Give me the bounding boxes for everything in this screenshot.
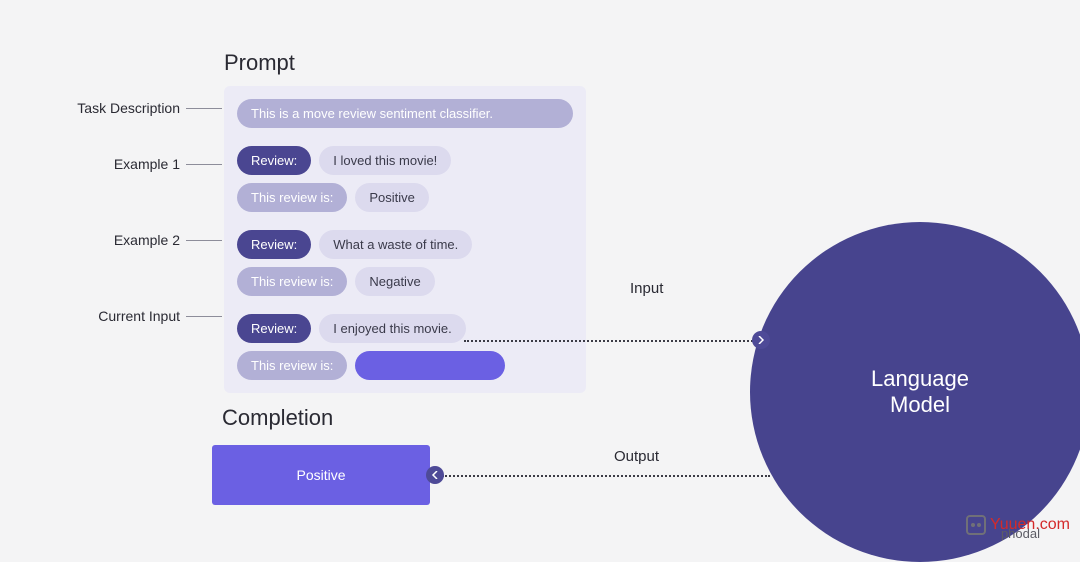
language-model-node: Language Model: [750, 222, 1080, 562]
output-flow-line: [442, 475, 770, 477]
wechat-icon: [966, 515, 986, 535]
label-example-1: Example 1: [98, 156, 180, 172]
model-label-line2: Model: [890, 392, 950, 418]
completion-output: Positive: [212, 445, 430, 505]
review-label-pill: Review:: [237, 146, 311, 175]
chevron-left-icon: [426, 466, 444, 484]
prompt-panel: This is a move review sentiment classifi…: [224, 86, 586, 393]
connector-line: [186, 240, 222, 241]
connector-line: [186, 108, 222, 109]
connector-line: [186, 164, 222, 165]
review-label-pill: Review:: [237, 314, 311, 343]
chevron-right-icon: [752, 331, 770, 349]
example2-sentiment-value: Negative: [355, 267, 434, 296]
connector-line: [186, 316, 222, 317]
current-sentiment-blank: [355, 351, 505, 380]
sentiment-label-pill: This review is:: [237, 351, 347, 380]
example1-sentiment-value: Positive: [355, 183, 429, 212]
model-label-line1: Language: [871, 366, 969, 392]
label-task-description: Task Description: [70, 100, 180, 116]
watermark-handle: phodal: [1001, 526, 1040, 541]
input-flow-label: Input: [630, 280, 663, 297]
example2-review-text: What a waste of time.: [319, 230, 472, 259]
example1-review-text: I loved this movie!: [319, 146, 451, 175]
input-flow-line: [464, 340, 760, 342]
review-label-pill: Review:: [237, 230, 311, 259]
output-flow-label: Output: [614, 448, 659, 465]
prompt-heading: Prompt: [224, 50, 295, 76]
completion-heading: Completion: [222, 405, 333, 431]
label-current-input: Current Input: [80, 308, 180, 324]
label-example-2: Example 2: [98, 232, 180, 248]
sentiment-label-pill: This review is:: [237, 267, 347, 296]
current-review-text: I enjoyed this movie.: [319, 314, 466, 343]
task-description-pill: This is a move review sentiment classifi…: [237, 99, 573, 128]
sentiment-label-pill: This review is:: [237, 183, 347, 212]
